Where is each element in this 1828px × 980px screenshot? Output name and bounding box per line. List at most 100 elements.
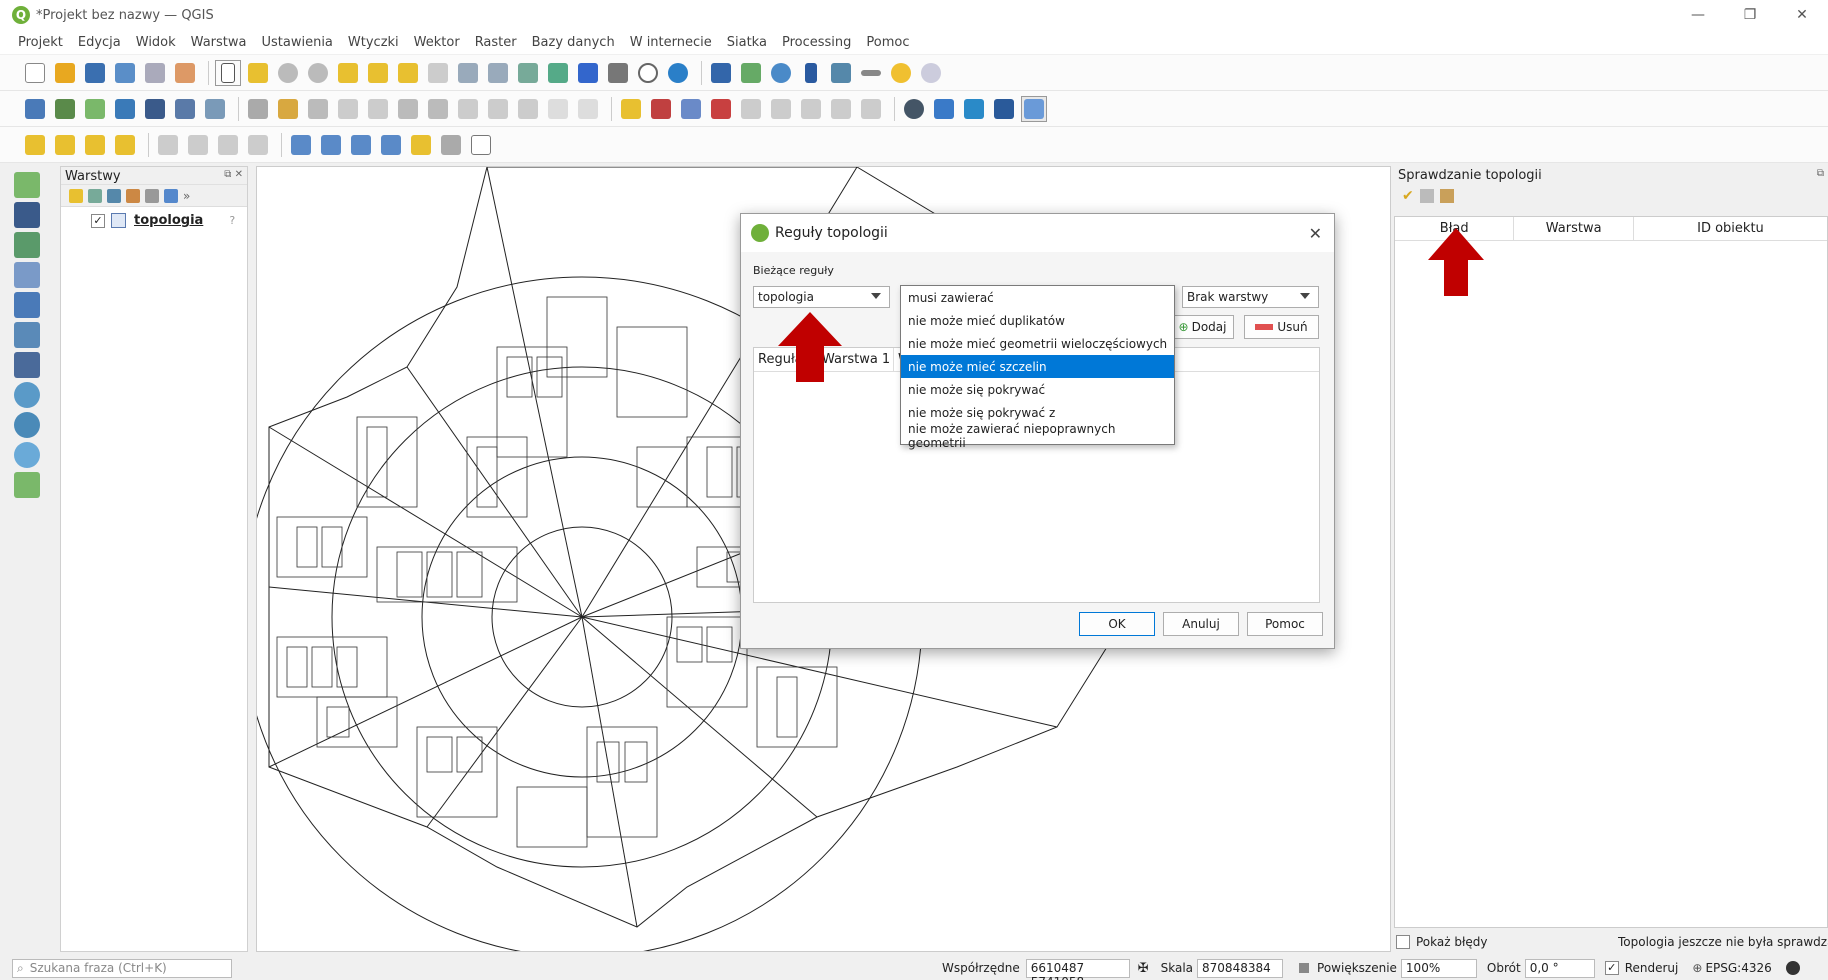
menu-bazy-danych[interactable]: Bazy danych	[532, 35, 615, 50]
snap-tool-icon[interactable]	[318, 132, 344, 158]
add-virtual-layer-icon[interactable]	[14, 322, 40, 348]
move-label-icon[interactable]	[738, 96, 764, 122]
zoom-full-icon[interactable]	[335, 60, 361, 86]
label-highlight-icon[interactable]	[678, 96, 704, 122]
topology-edit-icon[interactable]	[378, 132, 404, 158]
topology-checker-icon[interactable]	[1021, 95, 1047, 122]
python-console-icon[interactable]	[901, 96, 927, 122]
cancel-button[interactable]: Anuluj	[1163, 612, 1239, 636]
col-header-layer[interactable]: Warstwa	[1514, 217, 1634, 240]
magnifier-spinbox[interactable]: 100%	[1400, 958, 1477, 978]
menu-projekt[interactable]: Projekt	[18, 35, 63, 50]
show-hide-labels-icon[interactable]	[708, 96, 734, 122]
add-wms-icon[interactable]	[14, 382, 40, 408]
rotate-label-icon[interactable]	[768, 96, 794, 122]
select-by-value-icon[interactable]	[52, 132, 78, 158]
zoom-out-icon[interactable]	[305, 60, 331, 86]
scale-combobox[interactable]: 870848384	[1197, 958, 1284, 978]
print-layout-icon[interactable]	[142, 60, 168, 86]
new-project-icon[interactable]	[22, 60, 48, 86]
form-annotation-icon[interactable]	[468, 132, 494, 158]
pan-to-selection-icon[interactable]	[245, 60, 271, 86]
close-button[interactable]: ✕	[1776, 0, 1828, 30]
add-postgis-icon[interactable]	[14, 352, 40, 378]
vertex-tool-icon[interactable]	[365, 96, 391, 122]
coordinate-field[interactable]: 6610487 5741058	[1025, 958, 1130, 980]
new-map-view-icon[interactable]	[515, 60, 541, 86]
add-mesh-layer-icon[interactable]	[14, 232, 40, 258]
advanced-digitize-icon[interactable]	[215, 132, 241, 158]
layer-row-topologia[interactable]: ✓ topologia ?	[61, 207, 247, 228]
change-label-icon[interactable]	[798, 96, 824, 122]
menu-ustawienia[interactable]: Ustawienia	[261, 35, 332, 50]
redo-icon[interactable]	[575, 96, 601, 122]
open-project-icon[interactable]	[52, 60, 78, 86]
expand-all-icon[interactable]	[164, 188, 178, 203]
cut-features-icon[interactable]	[455, 96, 481, 122]
measure-icon[interactable]	[858, 60, 884, 86]
validate-all-icon[interactable]: ✔	[1402, 188, 1414, 204]
modify-attributes-icon[interactable]	[395, 96, 421, 122]
layer1-combobox[interactable]: topologia	[753, 286, 890, 308]
identify-icon[interactable]	[708, 60, 734, 86]
open-table-icon[interactable]	[828, 60, 854, 86]
add-vector-layer-icon[interactable]	[14, 172, 40, 198]
shape-digitize-icon[interactable]	[245, 132, 271, 158]
add-virtual-layer-icon[interactable]	[202, 96, 228, 122]
restore-button[interactable]: ❐	[1724, 0, 1776, 30]
filter-legend-icon[interactable]	[126, 188, 140, 203]
locator-search-input[interactable]: ⌕ Szukana fraza (Ctrl+K)	[12, 958, 232, 978]
copy-features-icon[interactable]	[485, 96, 511, 122]
dialog-close-button[interactable]: ✕	[1309, 224, 1322, 243]
filter-expression-icon[interactable]	[145, 188, 159, 203]
add-wfs-icon[interactable]	[14, 412, 40, 438]
rule-option[interactable]: musi zawierać	[901, 286, 1174, 309]
pin-labels-icon[interactable]	[648, 96, 674, 122]
rule-option[interactable]: nie może zawierać niepoprawnych geometri…	[901, 422, 1174, 450]
temporal-controller-icon[interactable]	[635, 60, 661, 86]
add-group-icon[interactable]	[88, 188, 102, 203]
paste-features-icon[interactable]	[515, 96, 541, 122]
topology-error-table[interactable]: Błąd Warstwa ID obiektu	[1394, 216, 1828, 928]
menu-wektor[interactable]: Wektor	[414, 35, 460, 50]
rule-option-selected[interactable]: nie może mieć szczelin	[901, 355, 1174, 378]
undo-icon[interactable]	[545, 96, 571, 122]
show-errors-checkbox[interactable]	[1396, 935, 1410, 949]
minimize-button[interactable]: —	[1672, 0, 1724, 30]
col-header-feature-id[interactable]: ID obiektu	[1634, 217, 1827, 240]
zoom-selection-icon[interactable]	[365, 60, 391, 86]
select-features-icon[interactable]	[22, 132, 48, 158]
rotation-spinbox[interactable]: 0,0 °	[1524, 958, 1595, 978]
bookmark-icon[interactable]	[575, 60, 601, 86]
statistics-sigma-icon[interactable]	[798, 60, 824, 86]
plugin-icon[interactable]	[931, 96, 957, 122]
pan-icon[interactable]	[215, 59, 241, 86]
help-icon[interactable]	[991, 96, 1017, 122]
digitize-icon[interactable]	[112, 96, 138, 122]
manage-visibility-icon[interactable]	[107, 188, 121, 203]
menu-widok[interactable]: Widok	[136, 35, 176, 50]
zoom-native-icon[interactable]	[425, 60, 451, 86]
rule-option[interactable]: nie może mieć duplikatów	[901, 309, 1174, 332]
layer-visibility-checkbox[interactable]: ✓	[91, 213, 105, 228]
add-feature-icon[interactable]	[335, 96, 361, 122]
menu-warstwa[interactable]: Warstwa	[191, 35, 247, 50]
save-edits-icon[interactable]	[305, 96, 331, 122]
remove-rule-button[interactable]: Usuń	[1244, 315, 1319, 339]
lock-icon[interactable]	[1299, 963, 1310, 973]
zoom-last-icon[interactable]	[455, 60, 481, 86]
zoom-in-icon[interactable]	[275, 60, 301, 86]
new-shapefile-icon[interactable]	[14, 472, 40, 498]
label-abc-icon[interactable]	[618, 96, 644, 122]
menu-processing[interactable]: Processing	[782, 35, 851, 50]
panel-float-icon[interactable]: ⧉	[1817, 168, 1824, 179]
zoom-layer-icon[interactable]	[395, 60, 421, 86]
add-db-icon[interactable]	[142, 96, 168, 122]
zoom-next-icon[interactable]	[485, 60, 511, 86]
attribute-table-icon[interactable]	[738, 60, 764, 86]
menu-w-internecie[interactable]: W internecie	[630, 35, 712, 50]
toggle-extents-icon[interactable]: ✠	[1138, 961, 1149, 976]
more-tools-chevron-icon[interactable]: »	[183, 189, 190, 203]
menu-raster[interactable]: Raster	[475, 35, 517, 50]
menu-edycja[interactable]: Edycja	[78, 35, 121, 50]
